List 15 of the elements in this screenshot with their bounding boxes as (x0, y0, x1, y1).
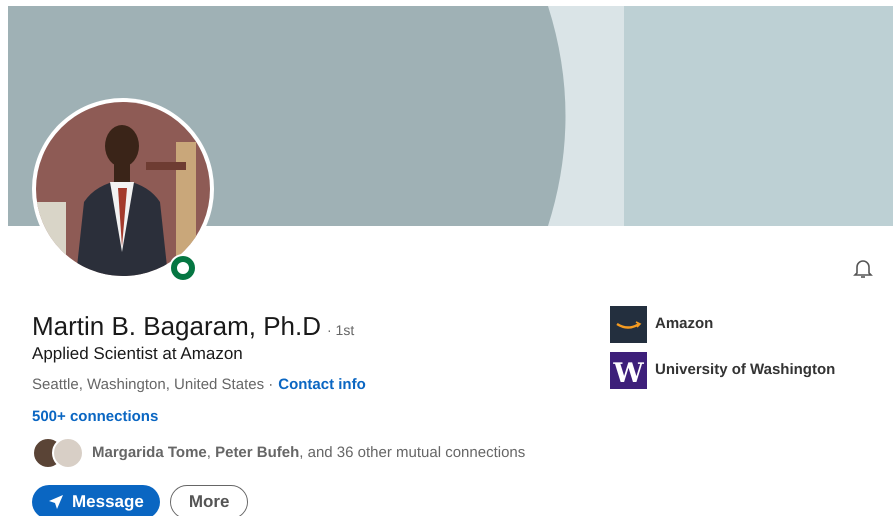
letter-logo-icon: W (610, 352, 647, 389)
connections-link[interactable]: 500+ connections (32, 406, 158, 428)
more-button[interactable]: More (170, 485, 248, 516)
notification-bell-icon[interactable] (851, 257, 875, 281)
organization-name[interactable]: University of Washington (655, 359, 836, 382)
mutual-connections-text: Margarida Tome, Peter Bufeh, and 36 other mutual connections (92, 442, 526, 463)
contact-info-link[interactable]: Contact info (278, 374, 366, 396)
smile-logo-icon (610, 306, 647, 343)
organization-name[interactable]: Amazon (655, 313, 714, 336)
profile-name: Martin B. Bagaram, Ph.D (32, 310, 321, 342)
connection-degree: · 1st (327, 321, 354, 340)
send-icon (48, 494, 64, 510)
location: Seattle, Washington, United States · (32, 375, 274, 395)
headline: Applied Scientist at Amazon (32, 343, 244, 365)
message-button[interactable]: Message (32, 485, 160, 516)
